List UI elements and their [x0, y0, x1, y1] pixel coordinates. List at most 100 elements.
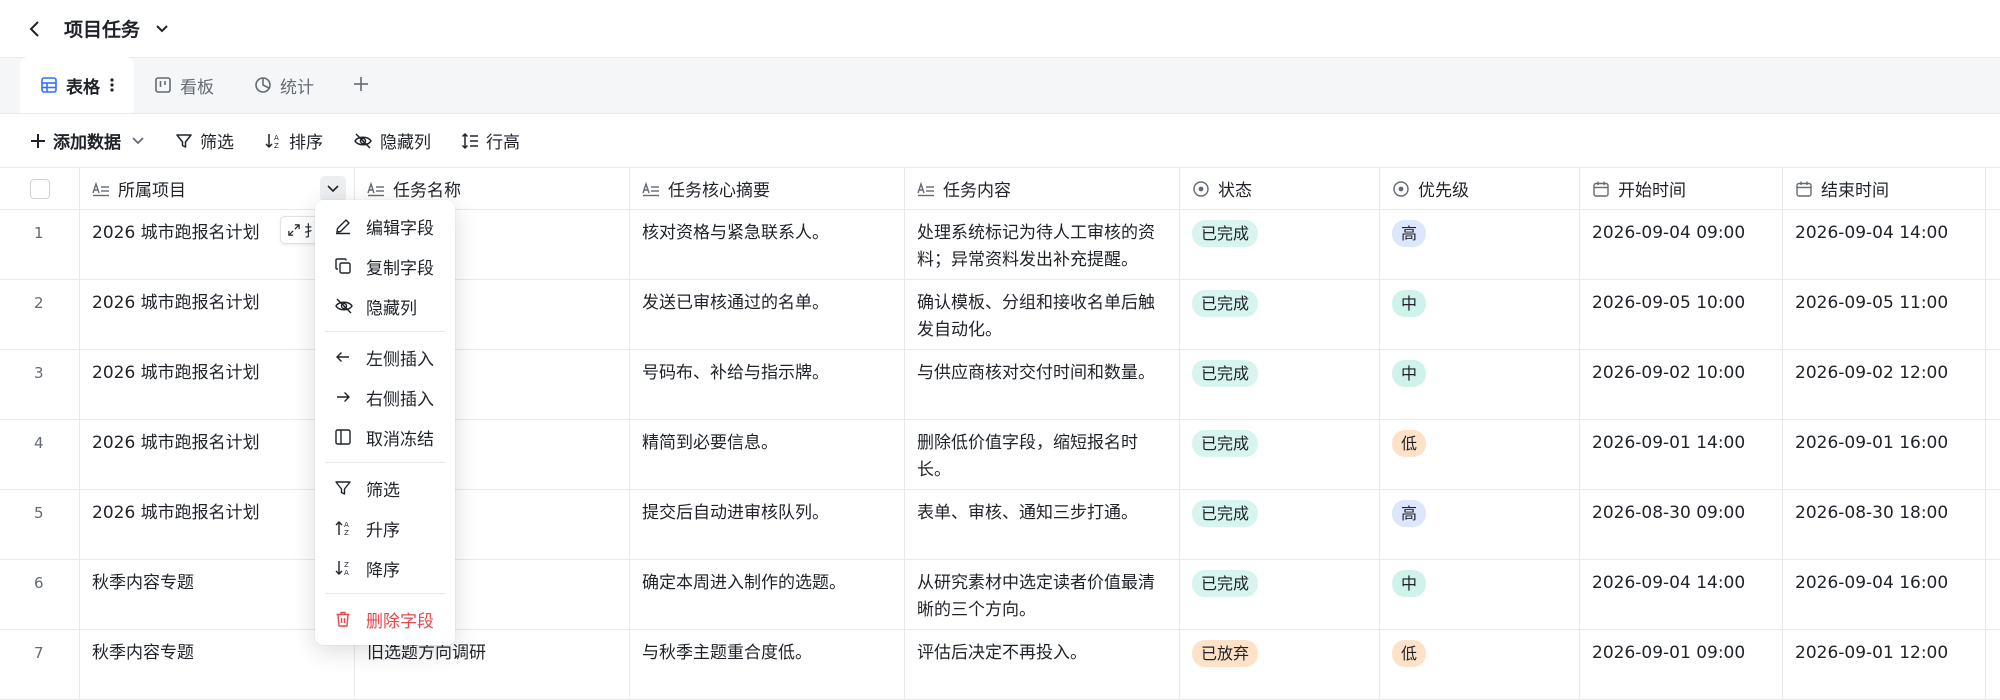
cell-start[interactable]: 2026-09-05 10:00 — [1580, 280, 1783, 349]
cell-start[interactable]: 2026-09-04 14:00 — [1580, 560, 1783, 629]
more-vertical-icon[interactable] — [110, 77, 114, 93]
column-header-start[interactable]: 开始时间 — [1580, 168, 1783, 209]
cell-end[interactable]: 2026-09-02 12:00 — [1783, 350, 1986, 419]
menu-sort-asc[interactable]: AZ 升序 — [315, 508, 455, 548]
cell-start[interactable]: 2026-09-02 10:00 — [1580, 350, 1783, 419]
menu-sort-desc[interactable]: ZA 降序 — [315, 548, 455, 588]
cell-status[interactable]: 已完成 — [1180, 210, 1380, 279]
cell-project[interactable]: 秋季内容专题 — [80, 560, 355, 629]
cell-status[interactable]: 已完成 — [1180, 350, 1380, 419]
priority-badge: 中 — [1392, 360, 1427, 387]
menu-unfreeze[interactable]: 取消冻结 — [315, 417, 455, 457]
cell-status[interactable]: 已完成 — [1180, 490, 1380, 559]
cell-content[interactable]: 评估后决定不再投入。 — [905, 630, 1180, 699]
cell-content[interactable]: 从研究素材中选定读者价值最清晰的三个方向。 — [905, 560, 1180, 629]
column-header-priority[interactable]: 优先级 — [1380, 168, 1580, 209]
row-number[interactable]: 7 — [0, 630, 80, 699]
sort-button[interactable]: AZ 排序 — [264, 128, 323, 153]
table-row[interactable]: 22026 城市跑报名计划组确认发送已审核通过的名单。确认模板、分组和接收名单后… — [0, 280, 2000, 350]
chevron-down-icon[interactable] — [154, 23, 170, 35]
tab-stats[interactable]: 统计 — [234, 57, 334, 113]
cell-summary[interactable]: 号码布、补给与指示牌。 — [630, 350, 905, 419]
row-number[interactable]: 6 — [0, 560, 80, 629]
table-row[interactable]: 32026 城市跑报名计划料清单号码布、补给与指示牌。与供应商核对交付时间和数量… — [0, 350, 2000, 420]
cell-project[interactable]: 2026 城市跑报名计划 — [80, 280, 355, 349]
cell-project[interactable]: 2026 城市跑报名计划 — [80, 420, 355, 489]
row-height-button[interactable]: 行高 — [461, 128, 520, 153]
cell-summary[interactable]: 发送已审核通过的名单。 — [630, 280, 905, 349]
menu-hide-column[interactable]: 隐藏列 — [315, 286, 455, 326]
row-number[interactable]: 2 — [0, 280, 80, 349]
cell-project[interactable]: 秋季内容专题 — [80, 630, 355, 699]
cell-priority[interactable]: 高 — [1380, 490, 1580, 559]
cell-priority[interactable]: 中 — [1380, 280, 1580, 349]
cell-summary[interactable]: 确定本周进入制作的选题。 — [630, 560, 905, 629]
tab-table[interactable]: 表格 — [20, 57, 134, 113]
cell-project[interactable]: 2026 城市跑报名计划 — [80, 490, 355, 559]
column-menu-button[interactable] — [320, 176, 346, 202]
select-all-checkbox[interactable] — [29, 178, 50, 199]
cell-status[interactable]: 已完成 — [1180, 280, 1380, 349]
cell-summary[interactable]: 核对资格与紧急联系人。 — [630, 210, 905, 279]
column-header-end[interactable]: 结束时间 — [1783, 168, 1986, 209]
menu-delete-field[interactable]: 删除字段 — [315, 599, 455, 639]
table-row[interactable]: 52026 城市跑报名计划动化流程提交后自动进审核队列。表单、审核、通知三步打通… — [0, 490, 2000, 560]
cell-start[interactable]: 2026-08-30 09:00 — [1580, 490, 1783, 559]
back-icon[interactable] — [28, 20, 50, 38]
cell-content[interactable]: 确认模板、分组和接收名单后触发自动化。 — [905, 280, 1180, 349]
column-header-status[interactable]: 状态 — [1180, 168, 1380, 209]
cell-end[interactable]: 2026-08-30 18:00 — [1783, 490, 1986, 559]
cell-priority[interactable]: 低 — [1380, 420, 1580, 489]
menu-insert-left[interactable]: 左侧插入 — [315, 337, 455, 377]
cell-summary[interactable]: 与秋季主题重合度低。 — [630, 630, 905, 699]
expand-record-button[interactable]: 扌 — [280, 216, 320, 244]
row-number[interactable]: 3 — [0, 350, 80, 419]
cell-priority[interactable]: 低 — [1380, 630, 1580, 699]
cell-content[interactable]: 处理系统标记为待人工审核的资料；异常资料发出补充提醒。 — [905, 210, 1180, 279]
menu-edit-field[interactable]: 编辑字段 — [315, 206, 455, 246]
menu-copy-field[interactable]: 复制字段 — [315, 246, 455, 286]
tab-kanban[interactable]: 看板 — [134, 57, 234, 113]
cell-priority[interactable]: 中 — [1380, 350, 1580, 419]
column-header-project[interactable]: 所属项目 — [80, 168, 355, 209]
row-number[interactable]: 5 — [0, 490, 80, 559]
row-number[interactable]: 4 — [0, 420, 80, 489]
add-data-label: 添加数据 — [53, 133, 121, 153]
column-header-summary[interactable]: 任务核心摘要 — [630, 168, 905, 209]
cell-content[interactable]: 与供应商核对交付时间和数量。 — [905, 350, 1180, 419]
row-number[interactable]: 1 — [0, 210, 80, 279]
menu-insert-right[interactable]: 右侧插入 — [315, 377, 455, 417]
cell-project[interactable]: 2026 城市跑报名计划 — [80, 350, 355, 419]
cell-status[interactable]: 已完成 — [1180, 560, 1380, 629]
cell-start[interactable]: 2026-09-01 14:00 — [1580, 420, 1783, 489]
cell-end[interactable]: 2026-09-05 11:00 — [1783, 280, 1986, 349]
cell-start[interactable]: 2026-09-01 09:00 — [1580, 630, 1783, 699]
cell-content[interactable]: 表单、审核、通知三步打通。 — [905, 490, 1180, 559]
page-title: 项目任务 — [64, 19, 141, 41]
cell-end[interactable]: 2026-09-01 12:00 — [1783, 630, 1986, 699]
cell-end[interactable]: 2026-09-01 16:00 — [1783, 420, 1986, 489]
add-data-button[interactable]: 添加数据 — [30, 128, 145, 153]
chevron-down-icon[interactable] — [131, 136, 145, 146]
menu-filter[interactable]: 筛选 — [315, 468, 455, 508]
cell-end[interactable]: 2026-09-04 16:00 — [1783, 560, 1986, 629]
cell-status[interactable]: 已放弃 — [1180, 630, 1380, 699]
column-header-content[interactable]: 任务内容 — [905, 168, 1180, 209]
cell-summary[interactable]: 精简到必要信息。 — [630, 420, 905, 489]
eye-off-icon — [334, 297, 354, 315]
cell-content[interactable]: 删除低价值字段，缩短报名时长。 — [905, 420, 1180, 489]
svg-text:Z: Z — [274, 142, 279, 150]
cell-status[interactable]: 已完成 — [1180, 420, 1380, 489]
cell-priority[interactable]: 高 — [1380, 210, 1580, 279]
cell-start[interactable]: 2026-09-04 09:00 — [1580, 210, 1783, 279]
cell-priority[interactable]: 中 — [1380, 560, 1580, 629]
add-view-button[interactable] — [334, 57, 388, 113]
table-row[interactable]: 7 秋季内容专题 旧选题方向调研 与秋季主题重合度低。 评估后决定不再投入。 已放弃低 20… — [0, 630, 2000, 700]
cell-end[interactable]: 2026-09-04 14:00 — [1783, 210, 1986, 279]
table-row[interactable]: 6秋季内容专题章选题确定本周进入制作的选题。从研究素材中选定读者价值最清晰的三个… — [0, 560, 2000, 630]
cell-summary[interactable]: 提交后自动进审核队列。 — [630, 490, 905, 559]
filter-button[interactable]: 筛选 — [175, 128, 234, 153]
table-row[interactable]: 42026 城市跑报名计划单字段精简到必要信息。删除低价值字段，缩短报名时长。已… — [0, 420, 2000, 490]
column-header-label: 所属项目 — [118, 181, 186, 201]
hide-columns-button[interactable]: 隐藏列 — [353, 128, 431, 153]
